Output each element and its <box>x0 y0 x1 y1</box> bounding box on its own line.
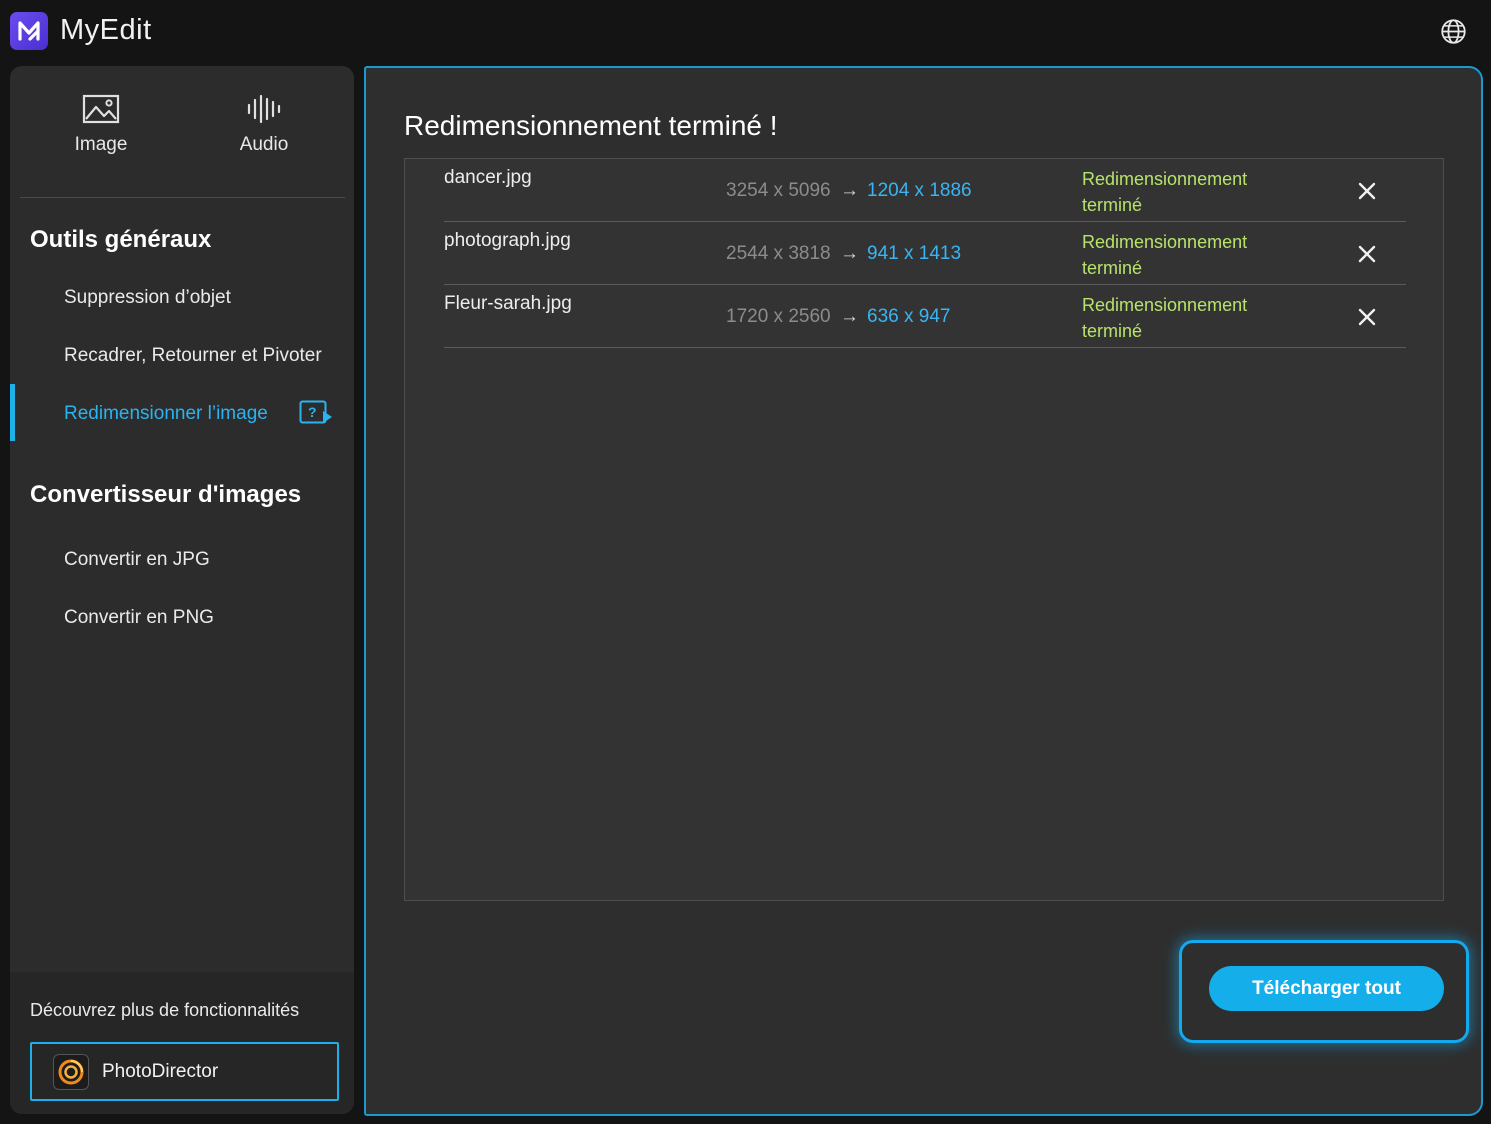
resized-size: 636 x 947 <box>867 306 951 327</box>
discover-more-text: Découvrez plus de fonctionnalités <box>30 1000 300 1020</box>
page-title: Redimensionnement terminé ! <box>404 110 778 141</box>
file-row: Fleur-sarah.jpg 1720 x 2560 → 636 x 947 … <box>444 285 1406 348</box>
original-size: 3254 x 5096 <box>726 180 831 201</box>
status-text: Redimensionnement terminé <box>1082 169 1248 215</box>
file-name: dancer.jpg <box>444 167 532 188</box>
file-name: photograph.jpg <box>444 230 571 251</box>
audio-waveform-icon <box>247 94 281 124</box>
photodirector-button[interactable]: PhotoDirector <box>30 1042 339 1101</box>
app-name[interactable]: MyEdit <box>60 14 152 47</box>
status-text: Redimensionnement terminé <box>1082 232 1248 278</box>
top-bar: MyEdit <box>0 0 1491 66</box>
myedit-logo-icon[interactable] <box>10 12 48 50</box>
status-text: Redimensionnement terminé <box>1082 295 1248 341</box>
arrow-right-icon: → <box>840 306 859 327</box>
file-row: dancer.jpg 3254 x 5096 → 1204 x 1886 Red… <box>444 159 1406 222</box>
sidebar-item-crop-flip-rotate[interactable]: Recadrer, Retourner et Pivoter <box>64 345 322 367</box>
file-name: Fleur-sarah.jpg <box>444 293 572 314</box>
sidebar-item-resize-image[interactable]: Redimensionner l’image <box>64 403 268 425</box>
arrow-right-icon: → <box>840 180 859 201</box>
help-video-icon[interactable]: ? <box>299 400 333 426</box>
download-all-button[interactable]: Télécharger tout <box>1209 966 1444 1011</box>
close-icon[interactable] <box>1356 180 1378 202</box>
resized-size: 941 x 1413 <box>867 243 962 264</box>
mode-tab-label: Image <box>74 134 128 155</box>
original-size: 2544 x 3818 <box>726 243 831 264</box>
active-indicator <box>10 384 15 441</box>
main-panel: Redimensionnement terminé ! dancer.jpg 3… <box>364 66 1483 1116</box>
sidebar-item-convert-jpg[interactable]: Convertir en JPG <box>64 549 210 571</box>
original-size: 1720 x 2560 <box>726 306 831 327</box>
mode-tab-label: Audio <box>239 134 289 155</box>
sidebar: Image Audio Outils généraux Suppression … <box>10 66 354 1114</box>
divider <box>20 197 345 198</box>
sidebar-item-convert-png[interactable]: Convertir en PNG <box>64 607 214 629</box>
file-row: photograph.jpg 2544 x 3818 → 941 x 1413 … <box>444 222 1406 285</box>
mode-tab-audio[interactable]: Audio <box>204 94 324 156</box>
file-list: dancer.jpg 3254 x 5096 → 1204 x 1886 Red… <box>404 158 1444 901</box>
svg-text:?: ? <box>308 404 317 420</box>
section-title-image-converter: Convertisseur d'images <box>30 481 302 508</box>
close-icon[interactable] <box>1356 306 1378 328</box>
arrow-right-icon: → <box>840 243 859 264</box>
photodirector-logo-icon <box>53 1053 89 1090</box>
sidebar-footer: Découvrez plus de fonctionnalités PhotoD… <box>10 972 354 1114</box>
section-title-general-tools: Outils généraux <box>30 226 212 253</box>
image-icon <box>82 94 120 124</box>
globe-icon[interactable] <box>1440 18 1467 45</box>
close-icon[interactable] <box>1356 243 1378 265</box>
sidebar-item-object-removal[interactable]: Suppression d’objet <box>64 287 231 309</box>
photodirector-label: PhotoDirector <box>102 1060 219 1082</box>
resized-size: 1204 x 1886 <box>867 180 972 201</box>
mode-tab-image[interactable]: Image <box>41 94 161 156</box>
